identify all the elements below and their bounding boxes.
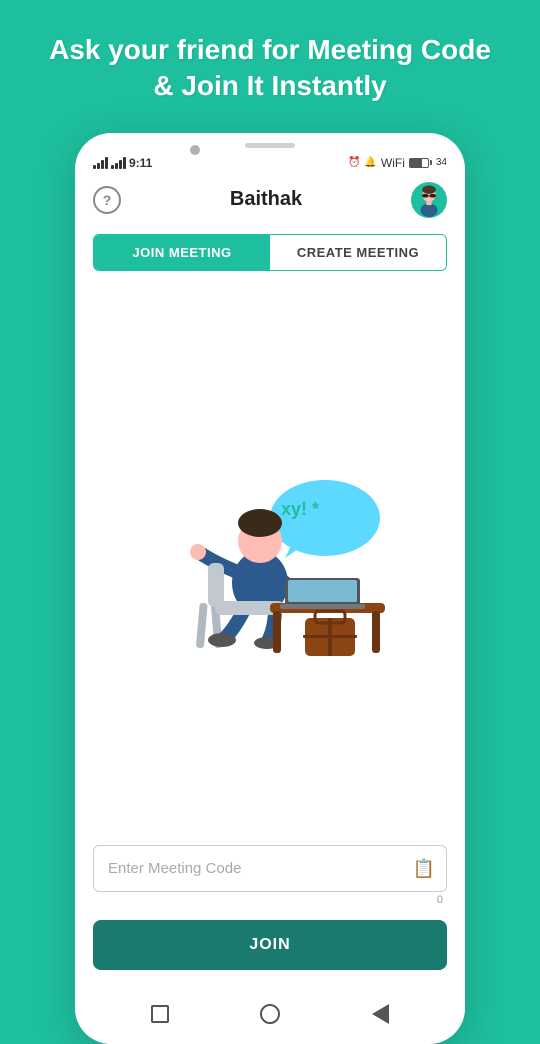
battery-indicator — [409, 158, 432, 168]
tab-join-meeting[interactable]: JOIN MEETING — [94, 235, 270, 270]
signal-icon — [93, 157, 108, 169]
volume-icon: 🔔 — [364, 157, 376, 168]
app-title: Baithak — [230, 188, 302, 211]
meeting-code-input[interactable] — [93, 845, 447, 892]
svg-text:xy! *: xy! * — [281, 499, 319, 519]
meeting-code-wrapper: 📋 — [93, 845, 447, 892]
tab-bar: JOIN MEETING CREATE MEETING — [93, 234, 447, 271]
join-button[interactable]: JOIN — [93, 920, 447, 970]
nav-recents-icon[interactable] — [148, 1002, 172, 1026]
input-area: 📋 0 — [75, 845, 465, 906]
tab-create-meeting[interactable]: CREATE MEETING — [270, 235, 446, 270]
join-button-area: JOIN — [75, 910, 465, 990]
app-header: ? Baithak — [75, 174, 465, 228]
wifi-icon: WiFi — [381, 156, 405, 170]
phone-top-bar — [75, 133, 465, 152]
status-right: ⏰ 🔔 WiFi 34 — [348, 156, 447, 170]
illustration-svg: xy! * — [140, 463, 400, 663]
time-display: 9:11 — [129, 156, 152, 170]
bottom-nav — [75, 990, 465, 1044]
phone-speaker — [245, 143, 295, 148]
header-title: Ask your friend for Meeting Code & Join … — [0, 0, 540, 133]
status-left: 9:11 — [93, 156, 152, 170]
char-count: 0 — [93, 892, 447, 906]
phone-camera — [190, 145, 200, 155]
help-button[interactable]: ? — [93, 186, 121, 214]
status-bar: 9:11 ⏰ 🔔 WiFi 34 — [75, 152, 465, 174]
phone-frame: 9:11 ⏰ 🔔 WiFi 34 ? Baithak — [75, 133, 465, 1044]
nav-back-icon[interactable] — [368, 1002, 392, 1026]
avatar[interactable] — [411, 182, 447, 218]
alarm-icon: ⏰ — [348, 157, 360, 168]
illustration-area: xy! * — [75, 271, 465, 845]
battery-percent: 34 — [436, 157, 447, 168]
nav-home-icon[interactable] — [258, 1002, 282, 1026]
signal-icon-2 — [111, 157, 126, 169]
